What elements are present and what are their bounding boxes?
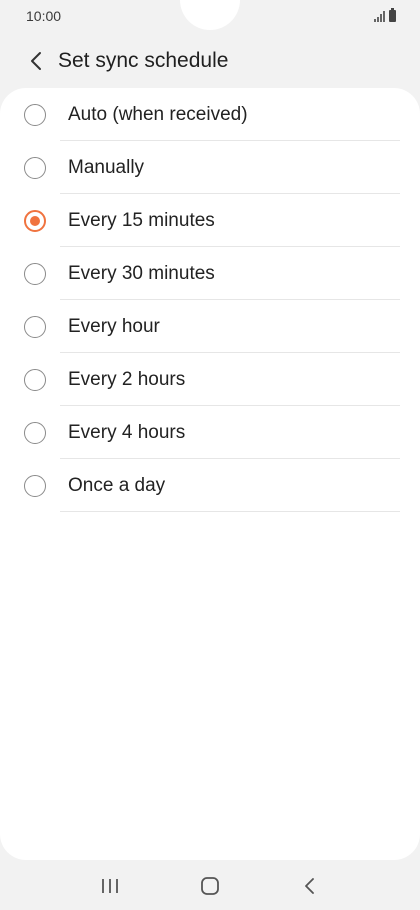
options-card: Auto (when received) Manually Every 15 m…	[0, 88, 420, 860]
option-label: Every 2 hours	[68, 369, 186, 390]
battery-icon	[389, 8, 396, 22]
radio-button[interactable]	[24, 422, 46, 444]
back-button[interactable]	[14, 39, 58, 83]
radio-button-selected[interactable]	[24, 210, 46, 232]
radio-button[interactable]	[24, 369, 46, 391]
option-label: Every 30 minutes	[68, 263, 215, 284]
option-every-4-hours[interactable]: Every 4 hours	[0, 406, 420, 459]
radio-button[interactable]	[24, 316, 46, 338]
option-manually[interactable]: Manually	[0, 141, 420, 194]
home-icon	[201, 877, 219, 895]
back-icon	[305, 878, 314, 894]
header: Set sync schedule	[0, 36, 420, 86]
option-label: Every 4 hours	[68, 422, 186, 443]
navigation-bar	[0, 862, 420, 910]
option-label: Auto (when received)	[68, 104, 248, 125]
recents-icon	[102, 879, 118, 893]
status-icons	[374, 8, 396, 22]
option-every-2-hours[interactable]: Every 2 hours	[0, 353, 420, 406]
screen: 10:00 Set sync schedule Auto (when recei…	[0, 0, 420, 910]
recents-button[interactable]	[88, 864, 132, 908]
option-every-30-minutes[interactable]: Every 30 minutes	[0, 247, 420, 300]
option-auto[interactable]: Auto (when received)	[0, 88, 420, 141]
option-label: Once a day	[68, 475, 166, 496]
signal-icon	[374, 10, 385, 22]
radio-button[interactable]	[24, 104, 46, 126]
nav-back-button[interactable]	[288, 864, 332, 908]
chevron-left-icon	[31, 52, 41, 70]
radio-button[interactable]	[24, 263, 46, 285]
option-label: Every hour	[68, 316, 160, 337]
divider	[60, 511, 400, 512]
status-time: 10:00	[26, 8, 62, 24]
radio-button[interactable]	[24, 475, 46, 497]
option-every-hour[interactable]: Every hour	[0, 300, 420, 353]
option-every-15-minutes[interactable]: Every 15 minutes	[0, 194, 420, 247]
camera-notch	[180, 0, 240, 30]
option-label: Every 15 minutes	[68, 210, 215, 231]
option-label: Manually	[68, 157, 145, 178]
option-once-a-day[interactable]: Once a day	[0, 459, 420, 512]
page-title: Set sync schedule	[58, 49, 229, 72]
home-button[interactable]	[188, 864, 232, 908]
radio-button[interactable]	[24, 157, 46, 179]
status-bar: 10:00	[0, 0, 420, 32]
